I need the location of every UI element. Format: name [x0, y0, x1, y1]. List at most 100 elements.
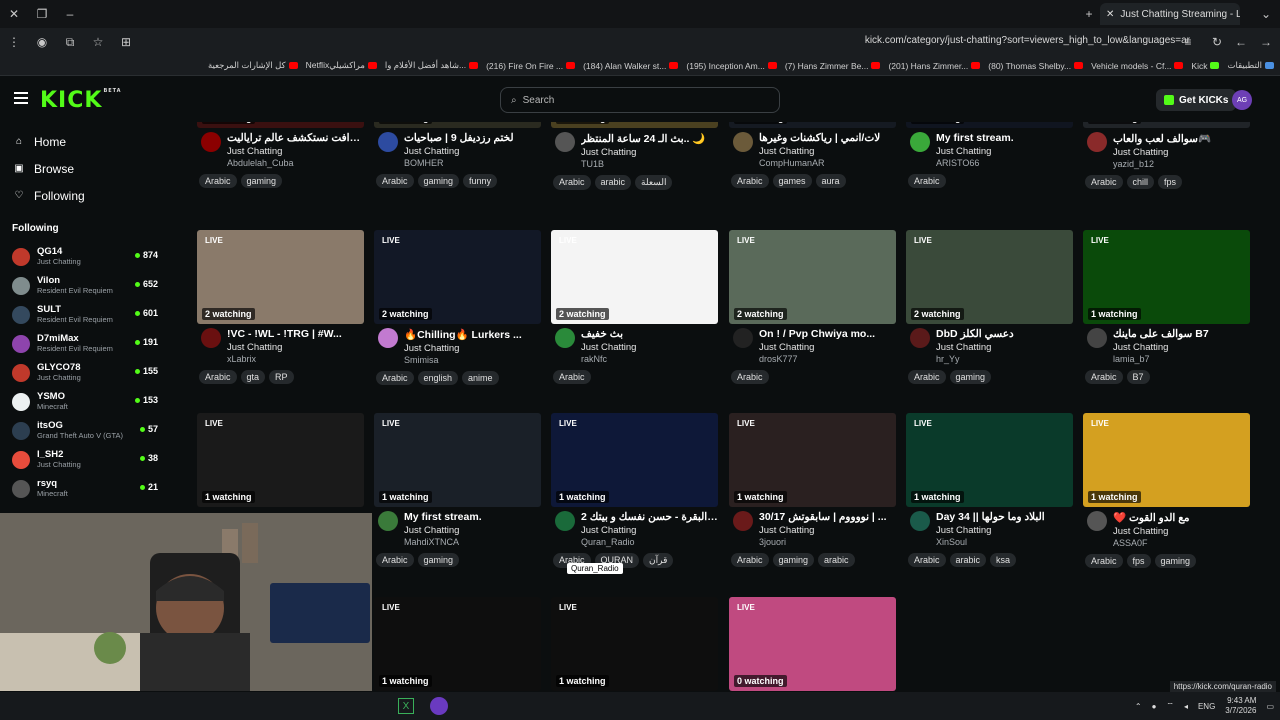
stream-title[interactable]: On ! / Pvp Chwiya mo...: [759, 324, 896, 340]
tag-chip[interactable]: السعلة: [635, 175, 673, 190]
tab-search-icon[interactable]: ⌄: [1252, 0, 1280, 28]
tag-chip[interactable]: gaming: [240, 174, 283, 188]
stream-title[interactable]: ❤️ مع الدو القوت: [1113, 507, 1250, 524]
streamer-avatar[interactable]: [201, 328, 221, 348]
stream-card[interactable]: LIVE 2 watching DbD دعسي الكلز Just Chattin…: [906, 230, 1073, 394]
stream-thumbnail[interactable]: LIVE 2 watching: [906, 230, 1073, 324]
menu-dots-icon[interactable]: ⋮: [0, 28, 28, 56]
bookmark-item[interactable]: كل الإشارات المرجعية: [208, 60, 298, 71]
streamer-name[interactable]: ASSA0F: [1113, 538, 1250, 548]
streamer-name[interactable]: Quran_Radio: [581, 537, 718, 547]
streamer-name[interactable]: ARISTO66: [936, 158, 1073, 168]
tag-chip[interactable]: Arabic: [908, 370, 946, 384]
stream-card[interactable]: 2 watching لات/انمي | رياكشنات وغيرها Just…: [729, 122, 896, 198]
mic-icon[interactable]: ●: [1152, 702, 1157, 711]
window-minimize-icon[interactable]: –: [56, 0, 84, 28]
streamer-avatar[interactable]: [201, 132, 221, 152]
tag-chip[interactable]: gaming: [1154, 554, 1197, 568]
streamer-avatar[interactable]: [910, 511, 930, 531]
bookmark-item[interactable]: شاهد أفضل الأفلام وا...: [385, 60, 479, 71]
tune-icon[interactable]: ≡: [1174, 28, 1202, 56]
stream-thumbnail[interactable]: LIVE 2 watching: [374, 230, 541, 324]
window-restore-icon[interactable]: ❐: [28, 0, 56, 28]
tag-chip[interactable]: Arabic: [199, 370, 237, 384]
streamer-name[interactable]: XinSoul: [936, 537, 1073, 547]
stream-thumbnail[interactable]: LIVE 1 watching: [1083, 413, 1250, 507]
stream-thumbnail[interactable]: LIVE 1 watching: [374, 597, 541, 691]
stream-title[interactable]: بث الـ 24 ساعة المنتظر.. 🌙: [581, 128, 718, 145]
tag-chip[interactable]: gaming: [417, 553, 460, 567]
following-channel[interactable]: GLYCO78 Just Chatting 155: [0, 358, 170, 387]
bookmark-item[interactable]: (80) Thomas Shelby...: [988, 61, 1084, 71]
bookmark-item[interactable]: Kick: [1191, 61, 1220, 71]
back-icon[interactable]: ←: [1227, 28, 1255, 56]
streamer-name[interactable]: xLabrix: [227, 354, 364, 364]
streamer-name[interactable]: MahdiXTNCA: [404, 537, 541, 547]
tag-chip[interactable]: gaming: [772, 553, 815, 567]
tag-chip[interactable]: arabic: [949, 553, 987, 567]
stream-category[interactable]: Just Chatting: [759, 342, 896, 353]
tag-chip[interactable]: english: [417, 371, 459, 385]
stream-card[interactable]: LIVE 1 watching سوالف على ماينك B7 Just Cha…: [1083, 230, 1250, 394]
stream-category[interactable]: Just Chatting: [404, 525, 541, 536]
stream-title[interactable]: !VC - !WL - !TRG | #W...: [227, 324, 364, 340]
stream-thumbnail[interactable]: LIVE 1 watching: [551, 597, 718, 691]
kick-logo[interactable]: KICKBETA: [40, 88, 122, 113]
stream-category[interactable]: Just Chatting: [227, 146, 364, 157]
clock[interactable]: 9:43 AM 3/7/2026: [1225, 696, 1256, 716]
install-icon[interactable]: ⊞: [112, 28, 140, 56]
stream-card[interactable]: LIVE 0 watching: [729, 597, 896, 691]
following-channel[interactable]: itsOG Grand Theft Auto V (GTA) 57: [0, 416, 170, 445]
sidebar-item-home[interactable]: ⌂ Home: [0, 128, 170, 155]
stream-card[interactable]: 4 watching نكرافت نستكشف عالم تراياليت...…: [197, 122, 364, 198]
stream-title[interactable]: نكرافت نستكشف عالم تراياليت...: [227, 128, 364, 144]
stream-thumbnail[interactable]: LIVE 1 watching: [729, 413, 896, 507]
streamer-avatar[interactable]: [378, 132, 398, 152]
menu-icon[interactable]: [14, 92, 28, 104]
sidebar-item-following[interactable]: ♡ Following: [0, 182, 170, 209]
following-channel[interactable]: YSMO Minecraft 153: [0, 387, 170, 416]
bookmark-item[interactable]: Vehicle models - Cf...: [1091, 61, 1184, 71]
tag-chip[interactable]: Arabic: [553, 370, 591, 384]
tab-close-icon[interactable]: ✕: [1106, 9, 1114, 20]
stream-title[interactable]: بث خفيف: [581, 324, 718, 340]
extensions-icon[interactable]: ⧉: [56, 28, 84, 56]
streamer-avatar[interactable]: [1087, 511, 1107, 531]
stream-card[interactable]: LIVE 1 watching Day 34 || البلاد وما حولها…: [906, 413, 1073, 577]
tag-chip[interactable]: games: [772, 174, 812, 188]
stream-card[interactable]: LIVE 1 watching My first stream. Just Chatt…: [374, 413, 541, 577]
stream-card[interactable]: LIVE 1 watching نووووم | سابقوتش 30/17 | .…: [729, 413, 896, 577]
tag-chip[interactable]: Arabic: [553, 175, 591, 190]
stream-card[interactable]: LIVE 1 watching: [374, 597, 541, 691]
stream-card[interactable]: LIVE 2 watching !VC - !WL - !TRG | #W... Ju…: [197, 230, 364, 394]
stream-category[interactable]: Just Chatting: [581, 147, 718, 158]
wifi-icon[interactable]: ⌔: [1166, 701, 1174, 711]
stream-title[interactable]: سوالف لعب والعاب🎮: [1113, 128, 1250, 145]
new-tab-icon[interactable]: +: [1075, 0, 1103, 28]
tag-chip[interactable]: Arabic: [908, 553, 946, 567]
stream-category[interactable]: Just Chatting: [936, 146, 1073, 157]
bookmark-item[interactable]: (7) Hans Zimmer Be...: [785, 61, 881, 71]
tab-active[interactable]: ✕ Just Chatting Streaming - Live K: [1100, 3, 1240, 25]
app-icon[interactable]: [430, 697, 448, 715]
tag-chip[interactable]: B7: [1126, 370, 1150, 384]
following-channel[interactable]: I_SH2 Just Chatting 38: [0, 445, 170, 474]
streamer-avatar[interactable]: [1087, 328, 1107, 348]
following-channel[interactable]: SULT Resident Evil Requiem 601: [0, 300, 170, 329]
stream-title[interactable]: My first stream.: [936, 128, 1073, 144]
url-field[interactable]: kick.com/category/just-chatting?sort=vie…: [865, 35, 1190, 46]
streamer-avatar[interactable]: [733, 132, 753, 152]
tag-chip[interactable]: gta: [240, 370, 266, 384]
stream-category[interactable]: Just Chatting: [759, 525, 896, 536]
stream-card[interactable]: LIVE 2 watching On ! / Pvp Chwiya mo... Jus…: [729, 230, 896, 394]
bookmark-item[interactable]: Netflixمراكشيلي: [306, 60, 377, 71]
stream-thumbnail[interactable]: LIVE 1 watching: [906, 413, 1073, 507]
stream-thumbnail[interactable]: LIVE 2 watching: [729, 230, 896, 324]
user-avatar[interactable]: AG: [1232, 90, 1252, 110]
streamer-avatar[interactable]: [910, 328, 930, 348]
bookmark-item[interactable]: (216) Fire On Fire ...: [486, 61, 576, 71]
stream-card[interactable]: 3 watching لختم رزديفل 9 | صباحيات Just Ch…: [374, 122, 541, 198]
stream-thumbnail[interactable]: LIVE 2 watching: [197, 230, 364, 324]
stream-title[interactable]: Day 34 || البلاد وما حولها: [936, 507, 1073, 523]
stream-category[interactable]: Just Chatting: [936, 342, 1073, 353]
